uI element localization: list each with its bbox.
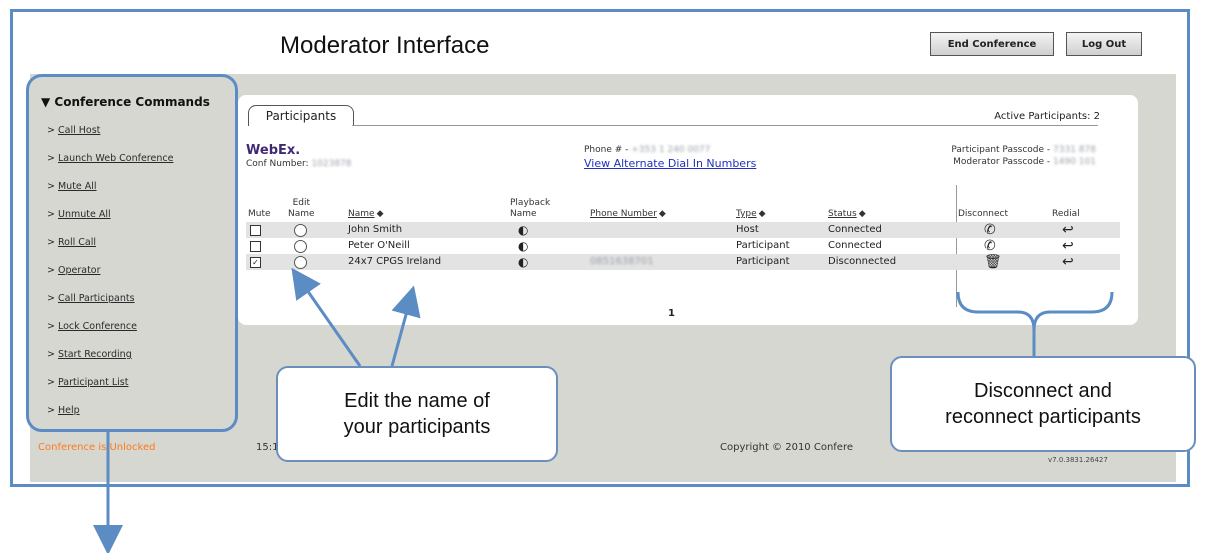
arrow-to-edit-name bbox=[291, 267, 362, 367]
edit-names-callout: Edit the name of your participants bbox=[276, 366, 558, 462]
edit-names-callout-text: Edit the name of your participants bbox=[343, 390, 491, 438]
disconnect-brace bbox=[956, 291, 1114, 331]
arrow-to-name bbox=[390, 285, 421, 367]
disconnect-callout: Disconnect and reconnect participants bbox=[890, 356, 1196, 452]
annotation-overlay bbox=[93, 267, 1114, 553]
disconnect-callout-text: Disconnect and reconnect participants bbox=[945, 380, 1141, 428]
